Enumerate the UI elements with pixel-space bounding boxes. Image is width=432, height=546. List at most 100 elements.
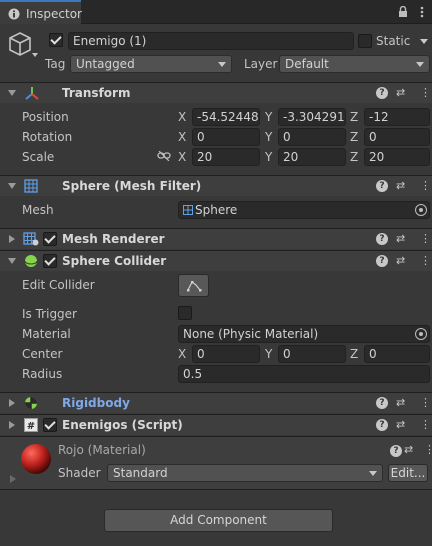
tab-label: Inspector (26, 7, 82, 21)
sphere-collider-enabled-checkbox[interactable] (43, 254, 57, 268)
rigidbody-header[interactable]: Rigidbody ? ⇄ ⋮ (0, 392, 432, 413)
foldout-arrow-icon[interactable] (9, 421, 15, 429)
is-trigger-label: Is Trigger (22, 307, 77, 321)
axis-x-label: X (178, 150, 187, 164)
layer-label: Layer (244, 57, 278, 71)
layer-dropdown[interactable]: Default (279, 55, 430, 73)
presets-icon[interactable]: ⇄ (396, 418, 405, 431)
foldout-arrow-icon[interactable] (8, 183, 16, 189)
context-menu-icon[interactable]: ⋮ (420, 179, 431, 192)
add-component-button[interactable]: Add Component (104, 509, 333, 532)
mesh-field[interactable]: Sphere (178, 201, 430, 219)
position-y-field[interactable]: -3.304291 (278, 108, 346, 126)
tab-inspector[interactable]: Inspector (0, 0, 82, 24)
help-icon[interactable]: ? (376, 255, 388, 267)
help-icon[interactable]: ? (376, 397, 388, 409)
mesh-renderer-icon (23, 232, 39, 246)
object-picker-icon[interactable] (415, 328, 427, 340)
chevron-down-icon (218, 62, 226, 67)
transform-header[interactable]: Transform ? ⇄ ⋮ (0, 82, 432, 103)
axis-y-label: Y (265, 110, 273, 124)
presets-icon[interactable]: ⇄ (396, 232, 405, 245)
context-menu-icon[interactable]: ⋮ (420, 232, 431, 245)
rotation-x-field[interactable]: 0 (192, 128, 260, 146)
script-enabled-checkbox[interactable] (43, 418, 57, 432)
layer-value: Default (285, 57, 329, 71)
context-menu-icon[interactable]: ⋮ (420, 86, 431, 99)
static-label: Static (376, 34, 411, 48)
shader-edit-button[interactable]: Edit... (388, 464, 428, 482)
center-z-field[interactable]: 0 (364, 345, 430, 363)
mesh-filter-header[interactable]: Sphere (Mesh Filter) ? ⇄ ⋮ (0, 175, 432, 196)
position-x-field[interactable]: -54.52448 (192, 108, 260, 126)
presets-icon[interactable]: ⇄ (396, 179, 405, 192)
position-z-field[interactable]: -12 (364, 108, 430, 126)
mesh-renderer-header[interactable]: Mesh Renderer ? ⇄ ⋮ (0, 228, 432, 249)
center-x-field[interactable]: 0 (192, 345, 260, 363)
shader-value: Standard (113, 466, 168, 480)
help-icon[interactable]: ? (376, 87, 388, 99)
center-y-field[interactable]: 0 (278, 345, 346, 363)
radius-field[interactable]: 0.5 (178, 365, 430, 383)
material-section: Rojo (Material) ? ⇄ ⋮ Shader Standard Ed… (0, 436, 432, 490)
context-menu-icon[interactable]: ⋮ (420, 396, 431, 409)
sphere-collider-title: Sphere Collider (62, 254, 167, 268)
position-label: Position (22, 110, 69, 124)
gameobject-cube-icon[interactable] (8, 31, 38, 61)
edit-collider-label: Edit Collider (22, 278, 95, 292)
axis-z-label: Z (350, 130, 359, 144)
context-menu-icon[interactable]: ⋮ (420, 418, 431, 431)
shader-dropdown[interactable]: Standard (107, 464, 383, 482)
presets-icon[interactable]: ⇄ (404, 443, 413, 456)
mesh-icon (183, 205, 193, 215)
lock-icon[interactable] (398, 6, 408, 18)
foldout-arrow-icon[interactable] (10, 475, 16, 483)
object-name-field[interactable]: Enemigo (1) (68, 32, 354, 50)
presets-icon[interactable]: ⇄ (396, 86, 405, 99)
kebab-menu-icon[interactable] (420, 6, 424, 18)
tag-label: Tag (45, 57, 66, 71)
edit-collider-button[interactable] (178, 274, 209, 297)
presets-icon[interactable]: ⇄ (396, 254, 405, 267)
scale-z-field[interactable]: 20 (364, 148, 430, 166)
sphere-collider-header[interactable]: Sphere Collider ? ⇄ ⋮ (0, 250, 432, 271)
presets-icon[interactable]: ⇄ (396, 396, 405, 409)
rotation-z-field[interactable]: 0 (364, 128, 430, 146)
object-picker-icon[interactable] (415, 204, 427, 216)
axis-z-label: Z (350, 110, 359, 124)
context-menu-icon[interactable]: ⋮ (420, 254, 431, 267)
csharp-script-icon: # (24, 418, 38, 432)
foldout-arrow-icon[interactable] (9, 235, 15, 243)
foldout-arrow-icon[interactable] (9, 399, 15, 407)
info-icon (8, 8, 20, 20)
material-preview-sphere-icon[interactable] (20, 443, 52, 475)
foldout-arrow-icon[interactable] (8, 258, 16, 264)
mesh-filter-title: Sphere (Mesh Filter) (62, 179, 202, 193)
rigidbody-title: Rigidbody (62, 396, 130, 410)
scale-y-field[interactable]: 20 (278, 148, 346, 166)
help-icon[interactable]: ? (376, 419, 388, 431)
physic-material-field[interactable]: None (Physic Material) (178, 325, 430, 343)
transform-icon (25, 87, 39, 100)
mesh-renderer-enabled-checkbox[interactable] (43, 232, 57, 246)
object-active-checkbox[interactable] (49, 33, 63, 47)
mesh-value: Sphere (195, 203, 238, 217)
help-icon[interactable]: ? (390, 445, 402, 457)
static-checkbox[interactable] (358, 34, 372, 48)
help-icon[interactable]: ? (376, 233, 388, 245)
is-trigger-checkbox[interactable] (178, 306, 192, 320)
script-header[interactable]: # Enemigos (Script) ? ⇄ ⋮ (0, 414, 432, 435)
scale-label: Scale (22, 150, 55, 164)
help-icon[interactable]: ? (376, 180, 388, 192)
foldout-arrow-icon[interactable] (8, 90, 16, 96)
tag-dropdown[interactable]: Untagged (70, 55, 232, 73)
constrain-proportions-icon[interactable] (157, 151, 171, 161)
axis-x-label: X (178, 110, 187, 124)
sphere-collider-icon (24, 255, 38, 267)
context-menu-icon[interactable]: ⋮ (424, 443, 432, 456)
scale-x-field[interactable]: 20 (192, 148, 260, 166)
mesh-renderer-title: Mesh Renderer (62, 232, 165, 246)
rotation-y-field[interactable]: 0 (278, 128, 346, 146)
static-dropdown-icon[interactable] (420, 39, 428, 44)
radius-label: Radius (22, 367, 63, 381)
